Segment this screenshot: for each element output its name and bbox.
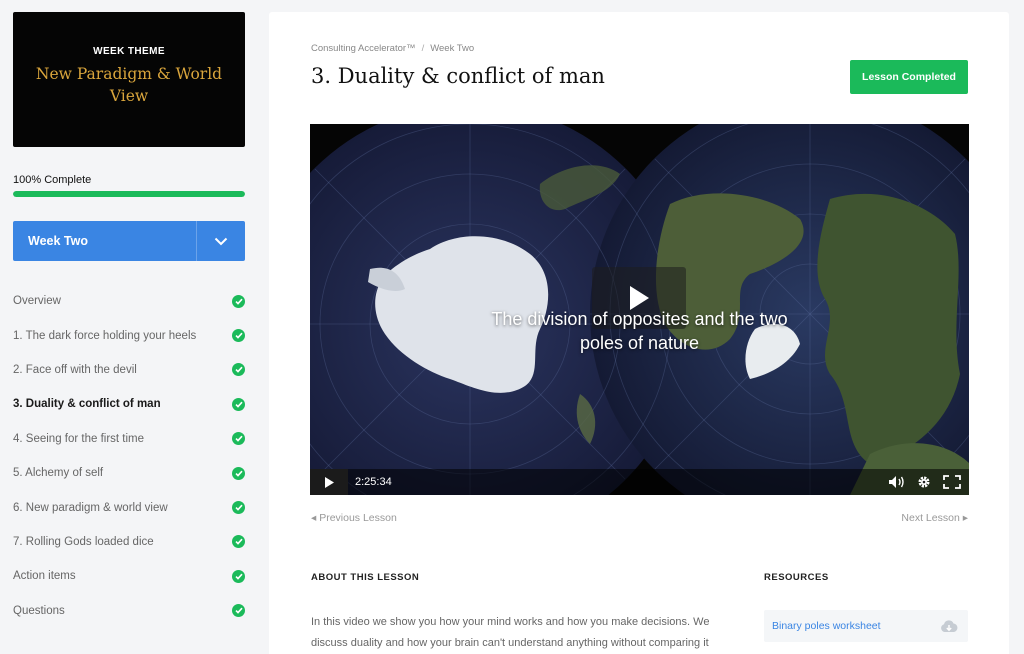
lesson-item-label: 1. The dark force holding your heels (13, 329, 197, 342)
video-controls: 2:25:34 (310, 469, 969, 495)
week-theme-title: New Paradigm & World View (35, 65, 223, 105)
lesson-item-label: 3. Duality & conflict of man (13, 398, 161, 411)
lesson-item[interactable]: 4. Seeing for the first time (13, 422, 245, 456)
lesson-item-label: Questions (13, 604, 65, 617)
week-selector-label: Week Two (28, 234, 88, 248)
check-circle-icon (232, 294, 245, 308)
resource-item[interactable]: Binary poles worksheet (764, 610, 968, 642)
previous-lesson-label: Previous Lesson (319, 512, 397, 524)
lesson-item[interactable]: 1. The dark force holding your heels (13, 318, 245, 352)
previous-lesson-link[interactable]: ◂ Previous Lesson (311, 512, 397, 524)
caret-left-icon: ◂ (311, 512, 317, 524)
lesson-item-label: 7. Rolling Gods loaded dice (13, 535, 154, 548)
lesson-item-label: 6. New paradigm & world view (13, 501, 168, 514)
cloud-download-icon[interactable] (940, 619, 958, 633)
check-circle-icon (232, 535, 245, 549)
check-circle-icon (232, 501, 245, 515)
about-lesson-text: In this video we show you how your mind … (311, 616, 710, 649)
video-timestamp: 2:25:34 (355, 476, 392, 488)
video-caption-line2: poles of nature (579, 333, 700, 353)
breadcrumb: Consulting Accelerator™ / Week Two (311, 43, 474, 54)
week-selector-toggle[interactable] (196, 221, 245, 261)
breadcrumb-course[interactable]: Consulting Accelerator™ (311, 43, 416, 54)
resources-heading: RESOURCES (764, 572, 829, 583)
volume-icon[interactable] (889, 476, 905, 488)
lesson-item-label: Action items (13, 570, 76, 583)
play-icon (324, 476, 334, 488)
video-caption-line1: The division of opposites and the two (491, 309, 788, 329)
sidebar: WEEK THEME New Paradigm & World View 100… (0, 0, 258, 654)
lesson-item[interactable]: Questions (13, 594, 245, 628)
lesson-panel: Consulting Accelerator™ / Week Two 3. Dual… (269, 12, 1009, 654)
next-lesson-link[interactable]: Next Lesson ▸ (901, 512, 968, 524)
video-play-button[interactable] (310, 469, 348, 495)
check-circle-icon (232, 604, 245, 618)
lesson-completed-button[interactable]: Lesson Completed (850, 60, 968, 94)
week-theme-kicker: WEEK THEME (93, 46, 165, 57)
lesson-item[interactable]: 3. Duality & conflict of man (13, 387, 245, 421)
about-lesson-heading: ABOUT THIS LESSON (311, 572, 420, 583)
settings-gear-icon[interactable] (917, 475, 931, 489)
lesson-item[interactable]: 6. New paradigm & world view (13, 490, 245, 524)
fullscreen-icon[interactable] (943, 475, 961, 489)
check-circle-icon (232, 466, 245, 480)
week-theme-card: WEEK THEME New Paradigm & World View (13, 12, 245, 147)
progress-bar-fill (13, 191, 245, 197)
lesson-item-label: 5. Alchemy of self (13, 467, 104, 480)
check-circle-icon (232, 329, 245, 343)
lesson-item[interactable]: 5. Alchemy of self (13, 456, 245, 490)
caret-right-icon: ▸ (962, 512, 968, 524)
resource-link[interactable]: Binary poles worksheet (772, 620, 881, 632)
check-circle-icon (232, 432, 245, 446)
check-circle-icon (232, 363, 245, 377)
next-lesson-label: Next Lesson (901, 512, 960, 524)
lesson-item-label: Overview (13, 295, 61, 308)
lesson-item[interactable]: Overview (13, 284, 245, 318)
lesson-item-label: 2. Face off with the devil (13, 363, 137, 376)
progress-label: 100% Complete (13, 174, 92, 186)
check-circle-icon (232, 569, 245, 583)
video-caption: The division of opposites and the two po… (310, 307, 969, 355)
progress-bar (13, 191, 245, 197)
lesson-list: Overview 1. The dark force holding your h… (13, 284, 245, 628)
breadcrumb-week[interactable]: Week Two (430, 43, 474, 54)
video-player[interactable]: The division of opposites and the two po… (310, 124, 969, 495)
breadcrumb-separator: / (421, 43, 425, 54)
lesson-item[interactable]: Action items (13, 559, 245, 593)
lesson-item[interactable]: 2. Face off with the devil (13, 353, 245, 387)
lesson-title: 3. Duality & conflict of man (311, 64, 605, 88)
chevron-down-icon (214, 237, 228, 245)
check-circle-icon (232, 397, 245, 411)
lesson-item[interactable]: 7. Rolling Gods loaded dice (13, 525, 245, 559)
lesson-item-label: 4. Seeing for the first time (13, 432, 145, 445)
week-selector[interactable]: Week Two (13, 221, 245, 261)
